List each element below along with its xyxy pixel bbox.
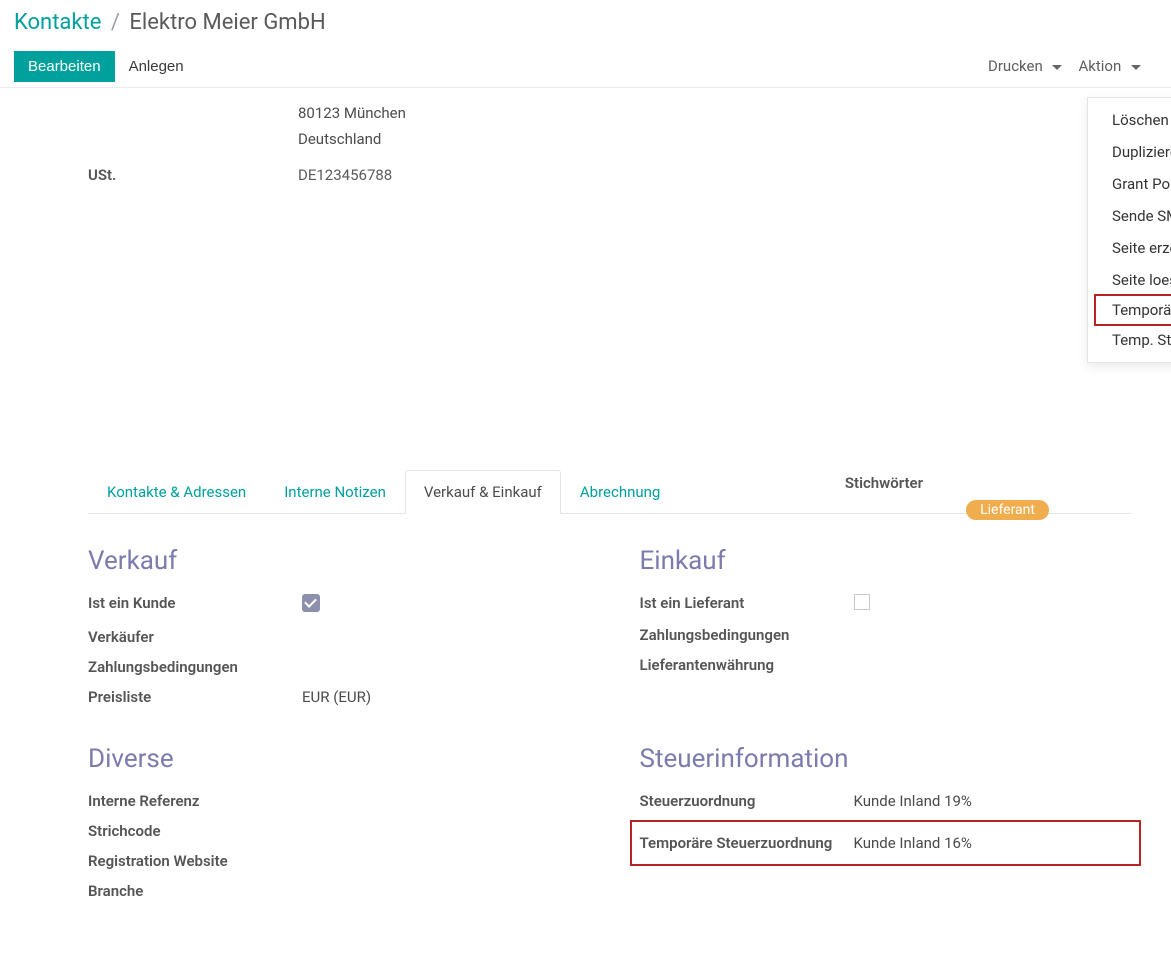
vat-label: USt. <box>88 166 298 184</box>
industry-label: Branche <box>88 882 298 900</box>
create-button[interactable]: Anlegen <box>115 51 198 82</box>
supplier-currency-value <box>850 656 1132 674</box>
diverse-col: Diverse Interne Referenz Strichcode Regi… <box>88 712 580 906</box>
action-item-delete-temp-tax[interactable]: Temp. Steuerzuordnung am Kontakt löschen <box>1088 324 1171 356</box>
action-item-grant-portal[interactable]: Grant Portal Access <box>1088 168 1171 200</box>
is-customer-checkbox <box>302 594 320 612</box>
is-customer-label: Ist ein Kunde <box>88 594 298 616</box>
print-label: Drucken <box>988 57 1043 75</box>
supplier-currency-label: Lieferantenwährung <box>640 656 850 674</box>
is-supplier-checkbox <box>854 594 870 610</box>
action-dropdown: Löschen Duplizieren Grant Portal Access … <box>1087 97 1171 363</box>
content: 80123 München Deutschland USt. DE1234567… <box>0 100 1171 946</box>
breadcrumb-current: Elektro Meier GmbH <box>129 10 325 35</box>
tab-contacts[interactable]: Kontakte & Adressen <box>88 470 265 514</box>
pricelist-row: Preisliste EUR (EUR) <box>88 682 580 712</box>
address-block: 80123 München Deutschland <box>298 100 1131 152</box>
address-zip-city: 80123 München <box>298 100 1131 126</box>
sales-heading: Verkauf <box>88 546 580 576</box>
payment-terms-s-value <box>298 658 580 676</box>
tax-mapping-label: Steuerzuordnung <box>640 792 850 810</box>
reg-website-label: Registration Website <box>88 852 298 870</box>
chevron-down-icon <box>1052 65 1062 70</box>
payment-terms-s-row: Zahlungsbedingungen <box>88 652 580 682</box>
vat-value: DE123456788 <box>298 166 1131 184</box>
salesperson-row: Verkäufer <box>88 622 580 652</box>
temp-tax-row: Temporäre Steuerzuordnung Kunde Inland 1… <box>640 834 1132 852</box>
temp-tax-value: Kunde Inland 16% <box>850 834 1132 852</box>
diverse-heading: Diverse <box>88 744 580 774</box>
payment-terms-p-label: Zahlungsbedingungen <box>640 626 850 644</box>
action-item-set-temp-tax[interactable]: Temporäre Steuerzuordnung am Kontakt set… <box>1094 294 1171 326</box>
pricelist-label: Preisliste <box>88 688 298 706</box>
tax-mapping-row: Steuerzuordnung Kunde Inland 19% <box>640 786 1132 816</box>
header: Kontakte / Elektro Meier GmbH Bearbeiten… <box>0 0 1171 88</box>
tax-heading: Steuerinformation <box>640 744 1132 774</box>
purchase-heading: Einkauf <box>640 546 1132 576</box>
tab-notes[interactable]: Interne Notizen <box>265 470 405 514</box>
breadcrumb: Kontakte / Elektro Meier GmbH <box>14 10 1157 35</box>
diverse-tax-row: Diverse Interne Referenz Strichcode Regi… <box>88 712 1131 906</box>
pricelist-value[interactable]: EUR (EUR) <box>298 688 580 706</box>
edit-button[interactable]: Bearbeiten <box>14 51 115 82</box>
sales-purchase-row: Verkauf Ist ein Kunde Verkäufer Zahlungs… <box>88 514 1131 712</box>
temp-tax-highlight: Temporäre Steuerzuordnung Kunde Inland 1… <box>630 820 1142 866</box>
temp-tax-label: Temporäre Steuerzuordnung <box>640 834 850 852</box>
address-country: Deutschland <box>298 126 1131 152</box>
payment-terms-s-label: Zahlungsbedingungen <box>88 658 298 676</box>
internal-ref-label: Interne Referenz <box>88 792 298 810</box>
internal-ref-row: Interne Referenz <box>88 786 580 816</box>
is-supplier-label: Ist ein Lieferant <box>640 594 850 614</box>
toolbar: Bearbeiten Anlegen Drucken Aktion Lösche… <box>14 45 1157 87</box>
tab-sales[interactable]: Verkauf & Einkauf <box>405 470 561 514</box>
top-fields: 80123 München Deutschland USt. DE1234567… <box>88 100 1131 190</box>
action-item-delete-page[interactable]: Seite loeschen <box>1088 264 1171 296</box>
action-label: Aktion <box>1078 57 1121 75</box>
action-item-duplicate[interactable]: Duplizieren <box>1088 136 1171 168</box>
salesperson-label: Verkäufer <box>88 628 298 646</box>
tab-billing[interactable]: Abrechnung <box>561 470 679 514</box>
payment-terms-p-value <box>850 626 1132 644</box>
breadcrumb-sep: / <box>111 10 120 35</box>
barcode-row: Strichcode <box>88 816 580 846</box>
barcode-label: Strichcode <box>88 822 298 840</box>
action-item-delete[interactable]: Löschen <box>1088 104 1171 136</box>
tax-mapping-value: Kunde Inland 19% <box>850 792 1132 810</box>
payment-terms-p-row: Zahlungsbedingungen <box>640 620 1132 650</box>
chevron-down-icon <box>1131 65 1141 70</box>
right-label-block: Dokumentenbibliothek Stichwörter <box>845 468 923 492</box>
vat-row: USt. DE123456788 <box>88 160 1131 190</box>
toolbar-right: Drucken Aktion Löschen Duplizieren Grant… <box>988 57 1157 75</box>
breadcrumb-root[interactable]: Kontakte <box>14 10 101 35</box>
is-supplier-row: Ist ein Lieferant <box>640 588 1132 620</box>
tax-col: Steuerinformation Steuerzuordnung Kunde … <box>640 712 1132 906</box>
salesperson-value <box>298 628 580 646</box>
tags-label: Stichwörter <box>845 474 923 492</box>
is-customer-row: Ist ein Kunde <box>88 588 580 622</box>
industry-row: Branche <box>88 876 580 906</box>
purchase-col: Einkauf Ist ein Lieferant Zahlungsbeding… <box>640 514 1132 712</box>
sales-col: Verkauf Ist ein Kunde Verkäufer Zahlungs… <box>88 514 580 712</box>
reg-website-row: Registration Website <box>88 846 580 876</box>
action-item-create-page[interactable]: Seite erzeugen <box>1088 232 1171 264</box>
supplier-badge: Lieferant <box>966 500 1049 520</box>
supplier-currency-row: Lieferantenwährung <box>640 650 1132 680</box>
action-menu[interactable]: Aktion <box>1078 57 1141 75</box>
action-item-send-sms[interactable]: Sende SMS <box>1088 200 1171 232</box>
print-menu[interactable]: Drucken <box>988 57 1062 75</box>
